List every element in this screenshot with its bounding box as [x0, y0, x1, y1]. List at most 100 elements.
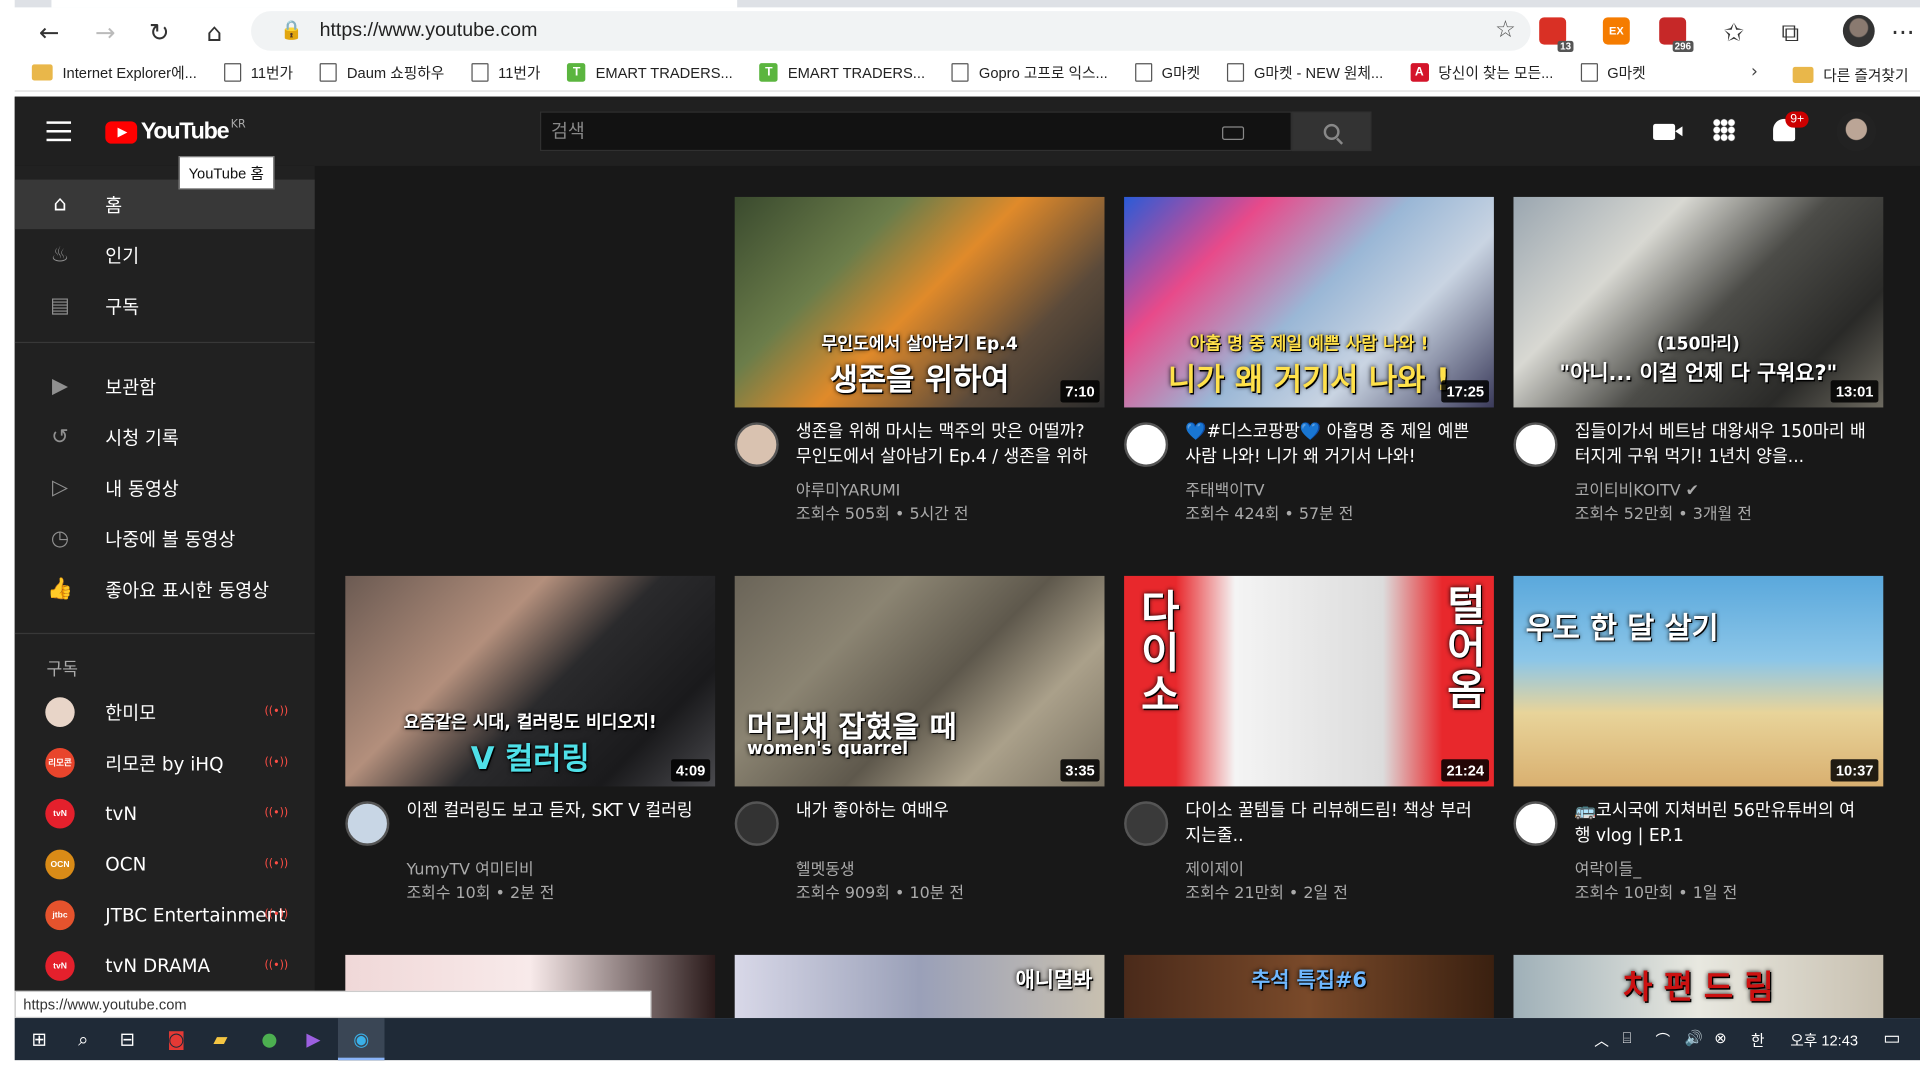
- keyboard-icon[interactable]: [1222, 126, 1245, 140]
- channel-avatar[interactable]: [734, 422, 779, 467]
- video-title[interactable]: 이젠 컬러링도 보고 듣자, SKT V 컬러링: [407, 799, 701, 824]
- video-channel[interactable]: YumyTV 여미티비: [407, 856, 534, 880]
- sidebar-item-watch-later[interactable]: ◷ 나중에 볼 동영상: [15, 514, 315, 564]
- video-title[interactable]: 🚌코시국에 지쳐버린 56만유튜버의 여행 vlog | EP.1: [1575, 799, 1869, 849]
- video-title[interactable]: 집들이가서 베트남 대왕새우 150마리 배터지게 구워 먹기! 1년치 양을.…: [1575, 420, 1869, 470]
- address-url[interactable]: https://www.youtube.com: [320, 20, 538, 42]
- video-thumbnail[interactable]: 요즘같은 시대, 컬러링도 비디오지! V 컬러링 4:09: [345, 575, 716, 787]
- address-bar[interactable]: 🔒 https://www.youtube.com ☆: [251, 11, 1531, 51]
- video-card[interactable]: 아홉 명 중 제일 예쁜 사람 나와 ! 니가 왜 거기서 나와 ! 17:25 💙#…: [1124, 196, 1494, 531]
- channel-avatar[interactable]: [1124, 801, 1169, 846]
- channel-avatar[interactable]: [734, 801, 779, 846]
- taskbar-app-red-icon[interactable]: ◙: [164, 1027, 188, 1052]
- taskbar-search-icon[interactable]: ⌕: [71, 1027, 95, 1052]
- taskbar-app-purple-icon[interactable]: ▶: [301, 1027, 325, 1052]
- bookmark-item[interactable]: T EMART TRADERS...: [759, 63, 925, 82]
- bookmark-item[interactable]: T EMART TRADERS...: [567, 63, 733, 82]
- search-button[interactable]: [1291, 111, 1372, 152]
- video-thumbnail[interactable]: 무인도에서 살아남기 Ep.4 생존을 위하여 7:10: [734, 196, 1105, 408]
- youtube-logo[interactable]: YouTube KR: [105, 119, 246, 146]
- wifi-icon[interactable]: ⌒: [1656, 1029, 1671, 1050]
- bookmark-item[interactable]: Gopro 고프로 익스...: [951, 62, 1108, 83]
- bookmark-item[interactable]: G마켓 - NEW 원체...: [1227, 62, 1383, 83]
- bookmark-item[interactable]: Internet Explorer에...: [31, 62, 197, 83]
- sidebar-item-my-videos[interactable]: ▷ 내 동영상: [15, 463, 315, 513]
- browser-profile-avatar[interactable]: [1842, 14, 1875, 48]
- video-title[interactable]: 내가 좋아하는 여배우: [796, 799, 1090, 824]
- video-thumbnail[interactable]: 다이소 털어옴 21:24: [1124, 575, 1494, 787]
- bookmark-item[interactable]: A 당신이 찾는 모든...: [1410, 62, 1553, 83]
- search-input[interactable]: [541, 112, 1291, 150]
- ex-extension-icon[interactable]: EX: [1602, 17, 1630, 45]
- star-icon[interactable]: ☆: [1495, 16, 1516, 43]
- taskbar-app-green-icon[interactable]: ●: [257, 1027, 281, 1052]
- video-channel[interactable]: 코이티비KOITV ✔: [1575, 477, 1699, 501]
- bookmark-item[interactable]: G마켓: [1580, 62, 1646, 83]
- active-tab[interactable]: [51, 0, 738, 8]
- video-channel[interactable]: 야루미YARUMI: [796, 477, 900, 501]
- subscription-channel[interactable]: OCN OCN ((•)): [15, 840, 315, 890]
- video-card[interactable]: 우도 한 달 살기 10:37 🚌코시국에 지쳐버린 56만유튜버의 여행 vlog…: [1513, 575, 1884, 910]
- subscription-channel[interactable]: jtbc JTBC Entertainment ((•)): [15, 890, 315, 940]
- video-card[interactable]: (150마리) "아니... 이걸 언제 다 구워요?" 13:01 집들이가서 베트…: [1513, 196, 1884, 531]
- sidebar-item-history[interactable]: ↺ 시청 기록: [15, 412, 315, 462]
- video-channel[interactable]: 주태백이TV: [1185, 477, 1264, 501]
- bookmark-item[interactable]: 11번가: [471, 62, 540, 83]
- subscription-channel[interactable]: 한미모 ((•)): [15, 687, 315, 737]
- video-card[interactable]: 머리채 잡혔을 때 women's quarrel 3:35 내가 좋아하는 여배우헬…: [734, 575, 1105, 910]
- subscription-channel[interactable]: tvN tvN DRAMA ((•)): [15, 941, 315, 991]
- video-channel[interactable]: 헬멧동생: [796, 856, 855, 880]
- favorites-icon[interactable]: ✩: [1717, 15, 1751, 50]
- bookmark-item[interactable]: G마켓: [1134, 62, 1200, 83]
- task-view-icon[interactable]: ⊟: [115, 1027, 139, 1052]
- forward-arrow-icon[interactable]: →: [88, 15, 122, 50]
- video-channel[interactable]: 제이제이: [1185, 856, 1244, 880]
- windows-start-icon[interactable]: ⊞: [27, 1027, 51, 1052]
- chevron-right-icon[interactable]: ›: [1751, 62, 1758, 82]
- notifications-icon[interactable]: ▭: [1883, 1027, 1900, 1049]
- home-browser-icon[interactable]: ⌂: [197, 15, 231, 50]
- channel-avatar[interactable]: [1513, 801, 1558, 846]
- tray-network-icon[interactable]: ⌸: [1622, 1029, 1631, 1048]
- channel-avatar[interactable]: [1124, 422, 1169, 467]
- sidebar-item-subscriptions[interactable]: ▤ 구독: [15, 281, 315, 331]
- refresh-icon[interactable]: ↻: [142, 15, 176, 50]
- sidebar-item-fire[interactable]: ♨ 인기: [15, 230, 315, 280]
- video-card[interactable]: 요즘같은 시대, 컬러링도 비디오지! V 컬러링 4:09 이젠 컬러링도 보고 듣…: [345, 575, 716, 910]
- ime-indicator[interactable]: 한: [1751, 1029, 1765, 1050]
- other-bookmarks[interactable]: 다른 즐겨찾기: [1792, 64, 1908, 85]
- more-menu-icon[interactable]: ···: [1886, 15, 1920, 50]
- sidebar-item-thumbs-up[interactable]: 👍 좋아요 표시한 동영상: [15, 565, 315, 615]
- video-card[interactable]: 무인도에서 살아남기 Ep.4 생존을 위하여 7:10 생존을 위해 마시는 맥주의…: [734, 196, 1105, 531]
- channel-avatar[interactable]: [345, 801, 390, 846]
- apps-grid-icon[interactable]: [1713, 118, 1736, 142]
- bookmark-item[interactable]: 11번가: [223, 62, 293, 83]
- back-arrow-icon[interactable]: ←: [32, 15, 66, 50]
- channel-avatar[interactable]: [1513, 422, 1558, 467]
- subscription-channel[interactable]: tvN tvN ((•)): [15, 789, 315, 839]
- subscription-channel[interactable]: 리모콘 리모콘 by iHQ ((•)): [15, 738, 315, 788]
- edge-browser-icon[interactable]: ◉: [349, 1027, 373, 1052]
- video-title[interactable]: 💙#디스코팡팡💙 아홉명 중 제일 예쁜 사람 나와! 니가 왜 거기서 나와!: [1185, 420, 1479, 470]
- video-thumbnail[interactable]: 우도 한 달 살기 10:37: [1513, 575, 1884, 787]
- tray-close-icon[interactable]: ⊗: [1714, 1029, 1726, 1046]
- video-thumbnail-partial[interactable]: 추석 특집#6: [1124, 954, 1494, 1019]
- video-thumbnail-partial[interactable]: 차 편 드 림: [1513, 954, 1884, 1019]
- video-thumbnail[interactable]: (150마리) "아니... 이걸 언제 다 구워요?" 13:01: [1513, 196, 1884, 408]
- adblock-icon[interactable]: 13: [1539, 17, 1574, 53]
- volume-icon[interactable]: 🔊: [1685, 1029, 1703, 1046]
- hamburger-menu-icon[interactable]: [46, 121, 72, 142]
- video-title[interactable]: 다이소 꿀템들 다 리뷰해드림! 책상 부러지는줄..: [1185, 799, 1479, 849]
- create-video-icon[interactable]: [1653, 123, 1683, 140]
- video-thumbnail-partial[interactable]: 애니멀봐: [734, 954, 1105, 1019]
- tray-chevron-icon[interactable]: ︿: [1594, 1029, 1609, 1050]
- collections-icon[interactable]: ⧉: [1773, 15, 1807, 50]
- sidebar-item-library[interactable]: ▶ 보관함: [15, 362, 315, 412]
- video-title[interactable]: 생존을 위해 마시는 맥주의 맛은 어떨까? 무인도에서 살아남기 Ep.4 /…: [796, 420, 1090, 470]
- calendar-extension-icon[interactable]: 296: [1659, 17, 1694, 53]
- file-explorer-icon[interactable]: ▰: [208, 1027, 232, 1052]
- video-card[interactable]: 다이소 털어옴 21:24 다이소 꿀템들 다 리뷰해드림! 책상 부러지는줄.. 제이…: [1124, 575, 1494, 910]
- clock[interactable]: 오후 12:43: [1790, 1029, 1858, 1050]
- bookmark-item[interactable]: Daum 쇼핑하우: [319, 62, 444, 83]
- video-thumbnail[interactable]: 머리채 잡혔을 때 women's quarrel 3:35: [734, 575, 1105, 787]
